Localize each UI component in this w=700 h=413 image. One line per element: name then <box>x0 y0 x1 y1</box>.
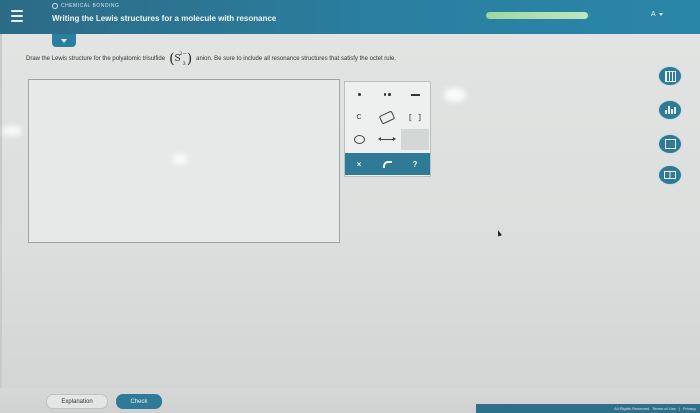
collapse-tab[interactable] <box>52 34 76 47</box>
bracket-tool[interactable]: [ ] <box>401 107 429 128</box>
eraser-icon <box>378 110 396 125</box>
footer-privacy[interactable]: Privacy <box>683 406 696 411</box>
clear-button[interactable]: × <box>345 153 373 175</box>
resonance-arrow-tool[interactable] <box>373 129 401 150</box>
user-initial: A <box>651 11 656 18</box>
footer-rights: All Rights Reserved <box>614 406 650 411</box>
single-bond-icon <box>410 93 420 96</box>
calculator-button[interactable] <box>658 66 682 86</box>
chart-bars-icon <box>664 106 676 114</box>
eraser-tool[interactable] <box>373 107 401 128</box>
mouse-cursor-icon <box>496 229 502 237</box>
double-dot-tool[interactable] <box>373 84 401 105</box>
footer-terms[interactable]: Terms of Use <box>652 406 676 411</box>
empty-tool-slot <box>401 129 429 150</box>
lasso-tool[interactable] <box>345 129 373 150</box>
app-page: CHEMICAL BONDING Writing the Lewis struc… <box>0 0 700 413</box>
lewis-palette: C [ ] × ? <box>344 81 431 177</box>
footer-separator: | <box>678 406 680 411</box>
element-tool[interactable]: C <box>345 107 373 128</box>
single-dot-tool[interactable] <box>345 84 373 105</box>
explanation-button[interactable]: Explanation <box>46 394 108 409</box>
footer: All Rights Reserved Terms of Use | Priva… <box>476 404 700 413</box>
formula-symbol: S 2− 3 <box>174 51 187 67</box>
palette-action-bar: × ? <box>345 153 430 175</box>
section-label: CHEMICAL BONDING <box>52 3 119 9</box>
palette-row-misc <box>345 129 430 150</box>
progress-fill <box>486 12 588 19</box>
progress-bar <box>486 12 590 19</box>
trisulfide-formula: ( S 2− 3 ) <box>169 51 192 67</box>
calculator-icon <box>664 70 676 82</box>
user-menu[interactable]: A <box>651 11 663 18</box>
formula-charge: 2− <box>179 51 187 57</box>
undo-icon <box>382 160 392 168</box>
single-dot-icon <box>357 93 361 96</box>
section-dot-icon <box>52 3 58 9</box>
screen-glare <box>172 154 188 164</box>
help-button[interactable]: ? <box>401 153 429 175</box>
page-title: Writing the Lewis structures for a molec… <box>52 14 277 23</box>
top-header: CHEMICAL BONDING Writing the Lewis struc… <box>0 0 700 34</box>
periodic-table-button[interactable] <box>658 134 682 154</box>
lasso-icon <box>353 135 365 144</box>
reference-icon <box>664 171 676 179</box>
palette-row-atoms: C [ ] <box>345 107 430 128</box>
single-bond-tool[interactable] <box>401 84 429 105</box>
question-prompt: Draw the Lewis structure for the polyato… <box>26 51 396 67</box>
palette-row-electrons <box>345 84 430 105</box>
reference-button[interactable] <box>658 165 682 185</box>
screen-glare <box>444 88 466 102</box>
chevron-down-icon <box>658 13 663 16</box>
periodic-table-icon <box>664 139 676 149</box>
screen-glare <box>2 126 22 136</box>
formula-subscript: 3 <box>182 61 186 67</box>
check-button[interactable]: Check <box>116 394 162 409</box>
hamburger-icon[interactable] <box>11 10 23 22</box>
resonance-arrow-icon <box>378 137 396 141</box>
data-button[interactable] <box>658 100 682 120</box>
undo-button[interactable] <box>373 153 401 175</box>
formula-close-paren: ) <box>186 51 193 67</box>
section-name: CHEMICAL BONDING <box>61 3 120 9</box>
double-dot-icon <box>383 93 391 96</box>
bracket-icon: [ ] <box>407 113 423 122</box>
prompt-text-after: anion. Be sure to include all resonance … <box>196 56 396 62</box>
prompt-text-before: Draw the Lewis structure for the polyato… <box>26 56 166 62</box>
chevron-down-icon <box>61 38 67 43</box>
left-edge <box>0 34 2 413</box>
